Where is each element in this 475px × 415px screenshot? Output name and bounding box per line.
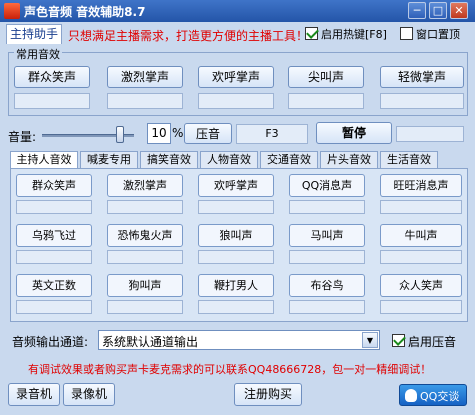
minimize-icon[interactable]: ─: [408, 2, 426, 19]
sound-hotkey-slot[interactable]: [16, 300, 92, 314]
sound-button[interactable]: 布谷鸟: [289, 274, 365, 297]
volume-input[interactable]: 10: [147, 123, 171, 144]
record-audio-button[interactable]: 录音机: [8, 383, 60, 406]
window-title: 声色音频 音效辅助8.7: [24, 5, 146, 19]
sound-button[interactable]: 众人笑声: [380, 274, 462, 297]
output-channel-label: 音频输出通道:: [12, 335, 89, 349]
tab-intro-sounds[interactable]: 片头音效: [320, 151, 378, 168]
sound-hotkey-slot[interactable]: [289, 300, 365, 314]
maximize-icon[interactable]: □: [429, 2, 447, 19]
common-button[interactable]: 轻微掌声: [380, 66, 464, 88]
volume-slider-thumb[interactable]: [116, 126, 125, 143]
notice-text: 有调试效果或者购买声卡麦克需求的可以联系QQ48666728，包一对一精细调试！: [28, 363, 432, 376]
chevron-down-icon[interactable]: ▼: [362, 332, 378, 348]
sound-hotkey-slot[interactable]: [198, 300, 274, 314]
sound-button[interactable]: 乌鸦飞过: [16, 224, 92, 247]
common-button[interactable]: 激烈掌声: [107, 66, 183, 88]
sound-hotkey-slot[interactable]: [107, 300, 183, 314]
tab-funny-sounds[interactable]: 搞笑音效: [140, 151, 198, 168]
app-icon: [4, 3, 20, 19]
pressure-button[interactable]: 压音: [184, 123, 232, 144]
close-icon[interactable]: ✕: [450, 2, 468, 19]
sound-hotkey-slot[interactable]: [380, 250, 462, 264]
sound-button[interactable]: 英文正数: [16, 274, 92, 297]
sound-hotkey-slot[interactable]: [198, 250, 274, 264]
sound-hotkey-slot[interactable]: [198, 200, 274, 214]
compress-checkbox[interactable]: [392, 333, 406, 347]
promo-text: 只想满足主播需求，打造更方便的主播工具！: [68, 29, 309, 43]
hotkey-slot[interactable]: [14, 93, 90, 109]
compress-label: 启用压音: [408, 335, 457, 349]
hotkey-slot[interactable]: [107, 93, 183, 109]
common-button[interactable]: 尖叫声: [288, 66, 364, 88]
qq-chat-button[interactable]: QQ交谈: [399, 384, 467, 406]
tab-people-sounds[interactable]: 人物音效: [200, 151, 258, 168]
sound-button[interactable]: 鞭打男人: [198, 274, 274, 297]
pressure-hotkey-field[interactable]: F3: [236, 124, 308, 144]
output-channel-value: 系统默认通道输出: [102, 335, 199, 349]
pause-hotkey-slot[interactable]: [396, 126, 464, 142]
hotkey-checkbox[interactable]: [305, 26, 319, 40]
common-button[interactable]: 欢呼掌声: [198, 66, 274, 88]
sound-hotkey-slot[interactable]: [16, 200, 92, 214]
hotkey-label: 启用热键[F8]: [321, 28, 387, 41]
hotkey-slot[interactable]: [380, 93, 464, 109]
sound-button[interactable]: 狗叫声: [107, 274, 183, 297]
sound-button[interactable]: 群众笑声: [16, 174, 92, 197]
volume-unit: %: [172, 126, 184, 140]
common-sounds-label: 常用音效: [14, 46, 62, 62]
sound-button[interactable]: 牛叫声: [380, 224, 462, 247]
qq-chat-label: QQ交谈: [420, 390, 460, 403]
sound-button[interactable]: QQ消息声: [289, 174, 365, 197]
pin-checkbox[interactable]: [400, 27, 413, 40]
register-buy-button[interactable]: 注册购买: [234, 383, 302, 406]
pause-button[interactable]: 暂停: [316, 122, 392, 144]
sound-hotkey-slot[interactable]: [380, 300, 462, 314]
tab-traffic-sounds[interactable]: 交通音效: [260, 151, 318, 168]
tab-host-sounds[interactable]: 主持人音效: [10, 151, 78, 169]
sound-button[interactable]: 恐怖鬼火声: [107, 224, 183, 247]
sound-hotkey-slot[interactable]: [16, 250, 92, 264]
sound-hotkey-slot[interactable]: [107, 200, 183, 214]
tab-life-sounds[interactable]: 生活音效: [380, 151, 438, 168]
sound-hotkey-slot[interactable]: [289, 200, 365, 214]
sound-button[interactable]: 狼叫声: [198, 224, 274, 247]
tab-host-assistant[interactable]: 主持助手: [6, 24, 62, 44]
record-video-button[interactable]: 录像机: [63, 383, 115, 406]
sound-hotkey-slot[interactable]: [380, 200, 462, 214]
sound-hotkey-slot[interactable]: [289, 250, 365, 264]
output-channel-select[interactable]: 系统默认通道输出 ▼: [98, 330, 380, 350]
hotkey-slot[interactable]: [288, 93, 364, 109]
common-button[interactable]: 群众笑声: [14, 66, 90, 88]
volume-label: 音量:: [8, 130, 37, 144]
tab-mc-sounds[interactable]: 喊麦专用: [80, 151, 138, 168]
sound-hotkey-slot[interactable]: [107, 250, 183, 264]
sound-button[interactable]: 旺旺消息声: [380, 174, 462, 197]
sound-button[interactable]: 欢呼掌声: [198, 174, 274, 197]
sound-button[interactable]: 马叫声: [289, 224, 365, 247]
pin-label: 窗口置顶: [416, 28, 460, 41]
qq-icon: [405, 389, 417, 402]
hotkey-slot[interactable]: [198, 93, 274, 109]
sound-button[interactable]: 激烈掌声: [107, 174, 183, 197]
